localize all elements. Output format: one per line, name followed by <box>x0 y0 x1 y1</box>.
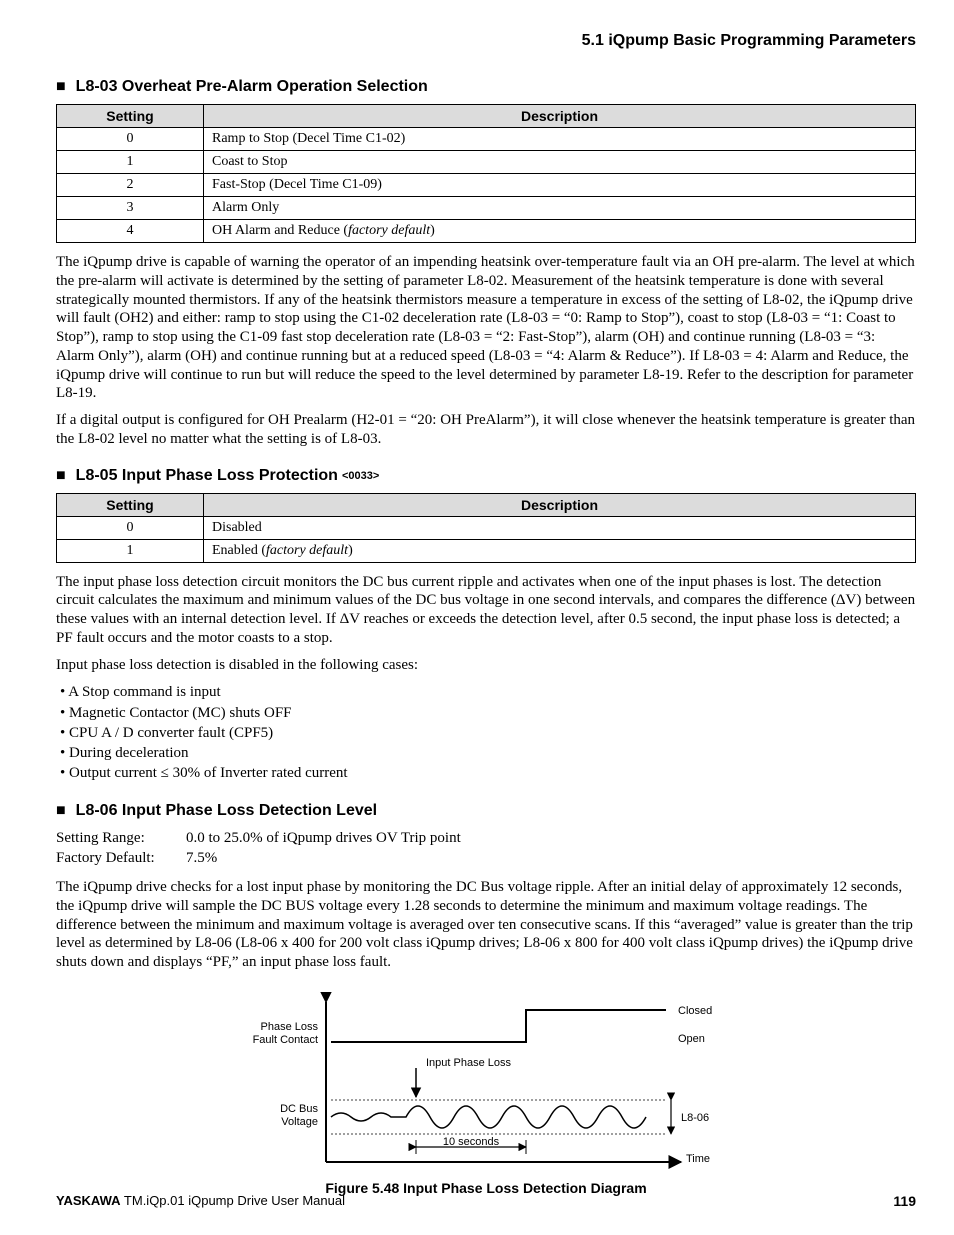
list-item: Magnetic Contactor (MC) shuts OFF <box>74 703 916 723</box>
list-item: CPU A / D converter fault (CPF5) <box>74 723 916 743</box>
svg-text:Input Phase Loss: Input Phase Loss <box>426 1057 512 1069</box>
section-heading-l8-06: ■ L8-06 Input Phase Loss Detection Level <box>56 802 916 820</box>
setting-range: Setting Range:0.0 to 25.0% of iQpump dri… <box>56 828 916 869</box>
section-heading-l8-03: ■ L8-03 Overheat Pre-Alarm Operation Sel… <box>56 78 916 96</box>
section-title: L8-05 Input Phase Loss Protection <box>76 467 338 485</box>
square-bullet-icon: ■ <box>56 802 66 820</box>
table-l8-03: Setting Description 0Ramp to Stop (Decel… <box>56 104 916 243</box>
list-item: During deceleration <box>74 743 916 763</box>
col-description: Description <box>204 105 916 128</box>
param-tag: <0033> <box>342 470 379 482</box>
table-l8-05: Setting Description 0Disabled 1 Enabled … <box>56 493 916 563</box>
table-row: 4 OH Alarm and Reduce (factory default) <box>57 220 916 243</box>
paragraph: The iQpump drive checks for a lost input… <box>56 878 916 972</box>
table-row: 0Disabled <box>57 516 916 539</box>
col-setting: Setting <box>57 493 204 516</box>
table-row: 1 Enabled (factory default) <box>57 539 916 562</box>
col-description: Description <box>204 493 916 516</box>
table-row: 3Alarm Only <box>57 197 916 220</box>
svg-text:DC Bus: DC Bus <box>280 1103 318 1115</box>
svg-text:Fault Contact: Fault Contact <box>253 1034 318 1046</box>
paragraph: The iQpump drive is capable of warning t… <box>56 253 916 403</box>
paragraph: Input phase loss detection is disabled i… <box>56 656 916 675</box>
paragraph: The input phase loss detection circuit m… <box>56 573 916 648</box>
section-heading-l8-05: ■ L8-05 Input Phase Loss Protection <003… <box>56 467 916 485</box>
col-setting: Setting <box>57 105 204 128</box>
svg-text:Voltage: Voltage <box>281 1116 318 1128</box>
svg-text:L8-06: L8-06 <box>681 1112 709 1124</box>
svg-text:Closed: Closed <box>678 1005 712 1017</box>
page-footer: YASKAWA TM.iQp.01 iQpump Drive User Manu… <box>56 1193 916 1209</box>
table-row: 1Coast to Stop <box>57 151 916 174</box>
figure-diagram: Phase Loss Fault Contact Closed Open Inp… <box>226 992 746 1172</box>
bullet-list: A Stop command is input Magnetic Contact… <box>56 682 916 783</box>
table-row: 0Ramp to Stop (Decel Time C1-02) <box>57 128 916 151</box>
svg-text:Time: Time <box>686 1153 710 1165</box>
square-bullet-icon: ■ <box>56 78 66 96</box>
svg-text:Open: Open <box>678 1033 705 1045</box>
svg-text:Phase Loss: Phase Loss <box>261 1021 319 1033</box>
page-header: 5.1 iQpump Basic Programming Parameters <box>56 32 916 50</box>
section-title: L8-03 Overheat Pre-Alarm Operation Selec… <box>76 78 428 96</box>
list-item: A Stop command is input <box>74 682 916 702</box>
svg-text:10 seconds: 10 seconds <box>443 1136 500 1148</box>
table-row: 2Fast-Stop (Decel Time C1-09) <box>57 174 916 197</box>
paragraph: If a digital output is configured for OH… <box>56 411 916 449</box>
list-item: Output current ≤ 30% of Inverter rated c… <box>74 763 916 783</box>
square-bullet-icon: ■ <box>56 467 66 485</box>
section-title: L8-06 Input Phase Loss Detection Level <box>76 802 377 820</box>
page-number: 119 <box>893 1193 916 1209</box>
